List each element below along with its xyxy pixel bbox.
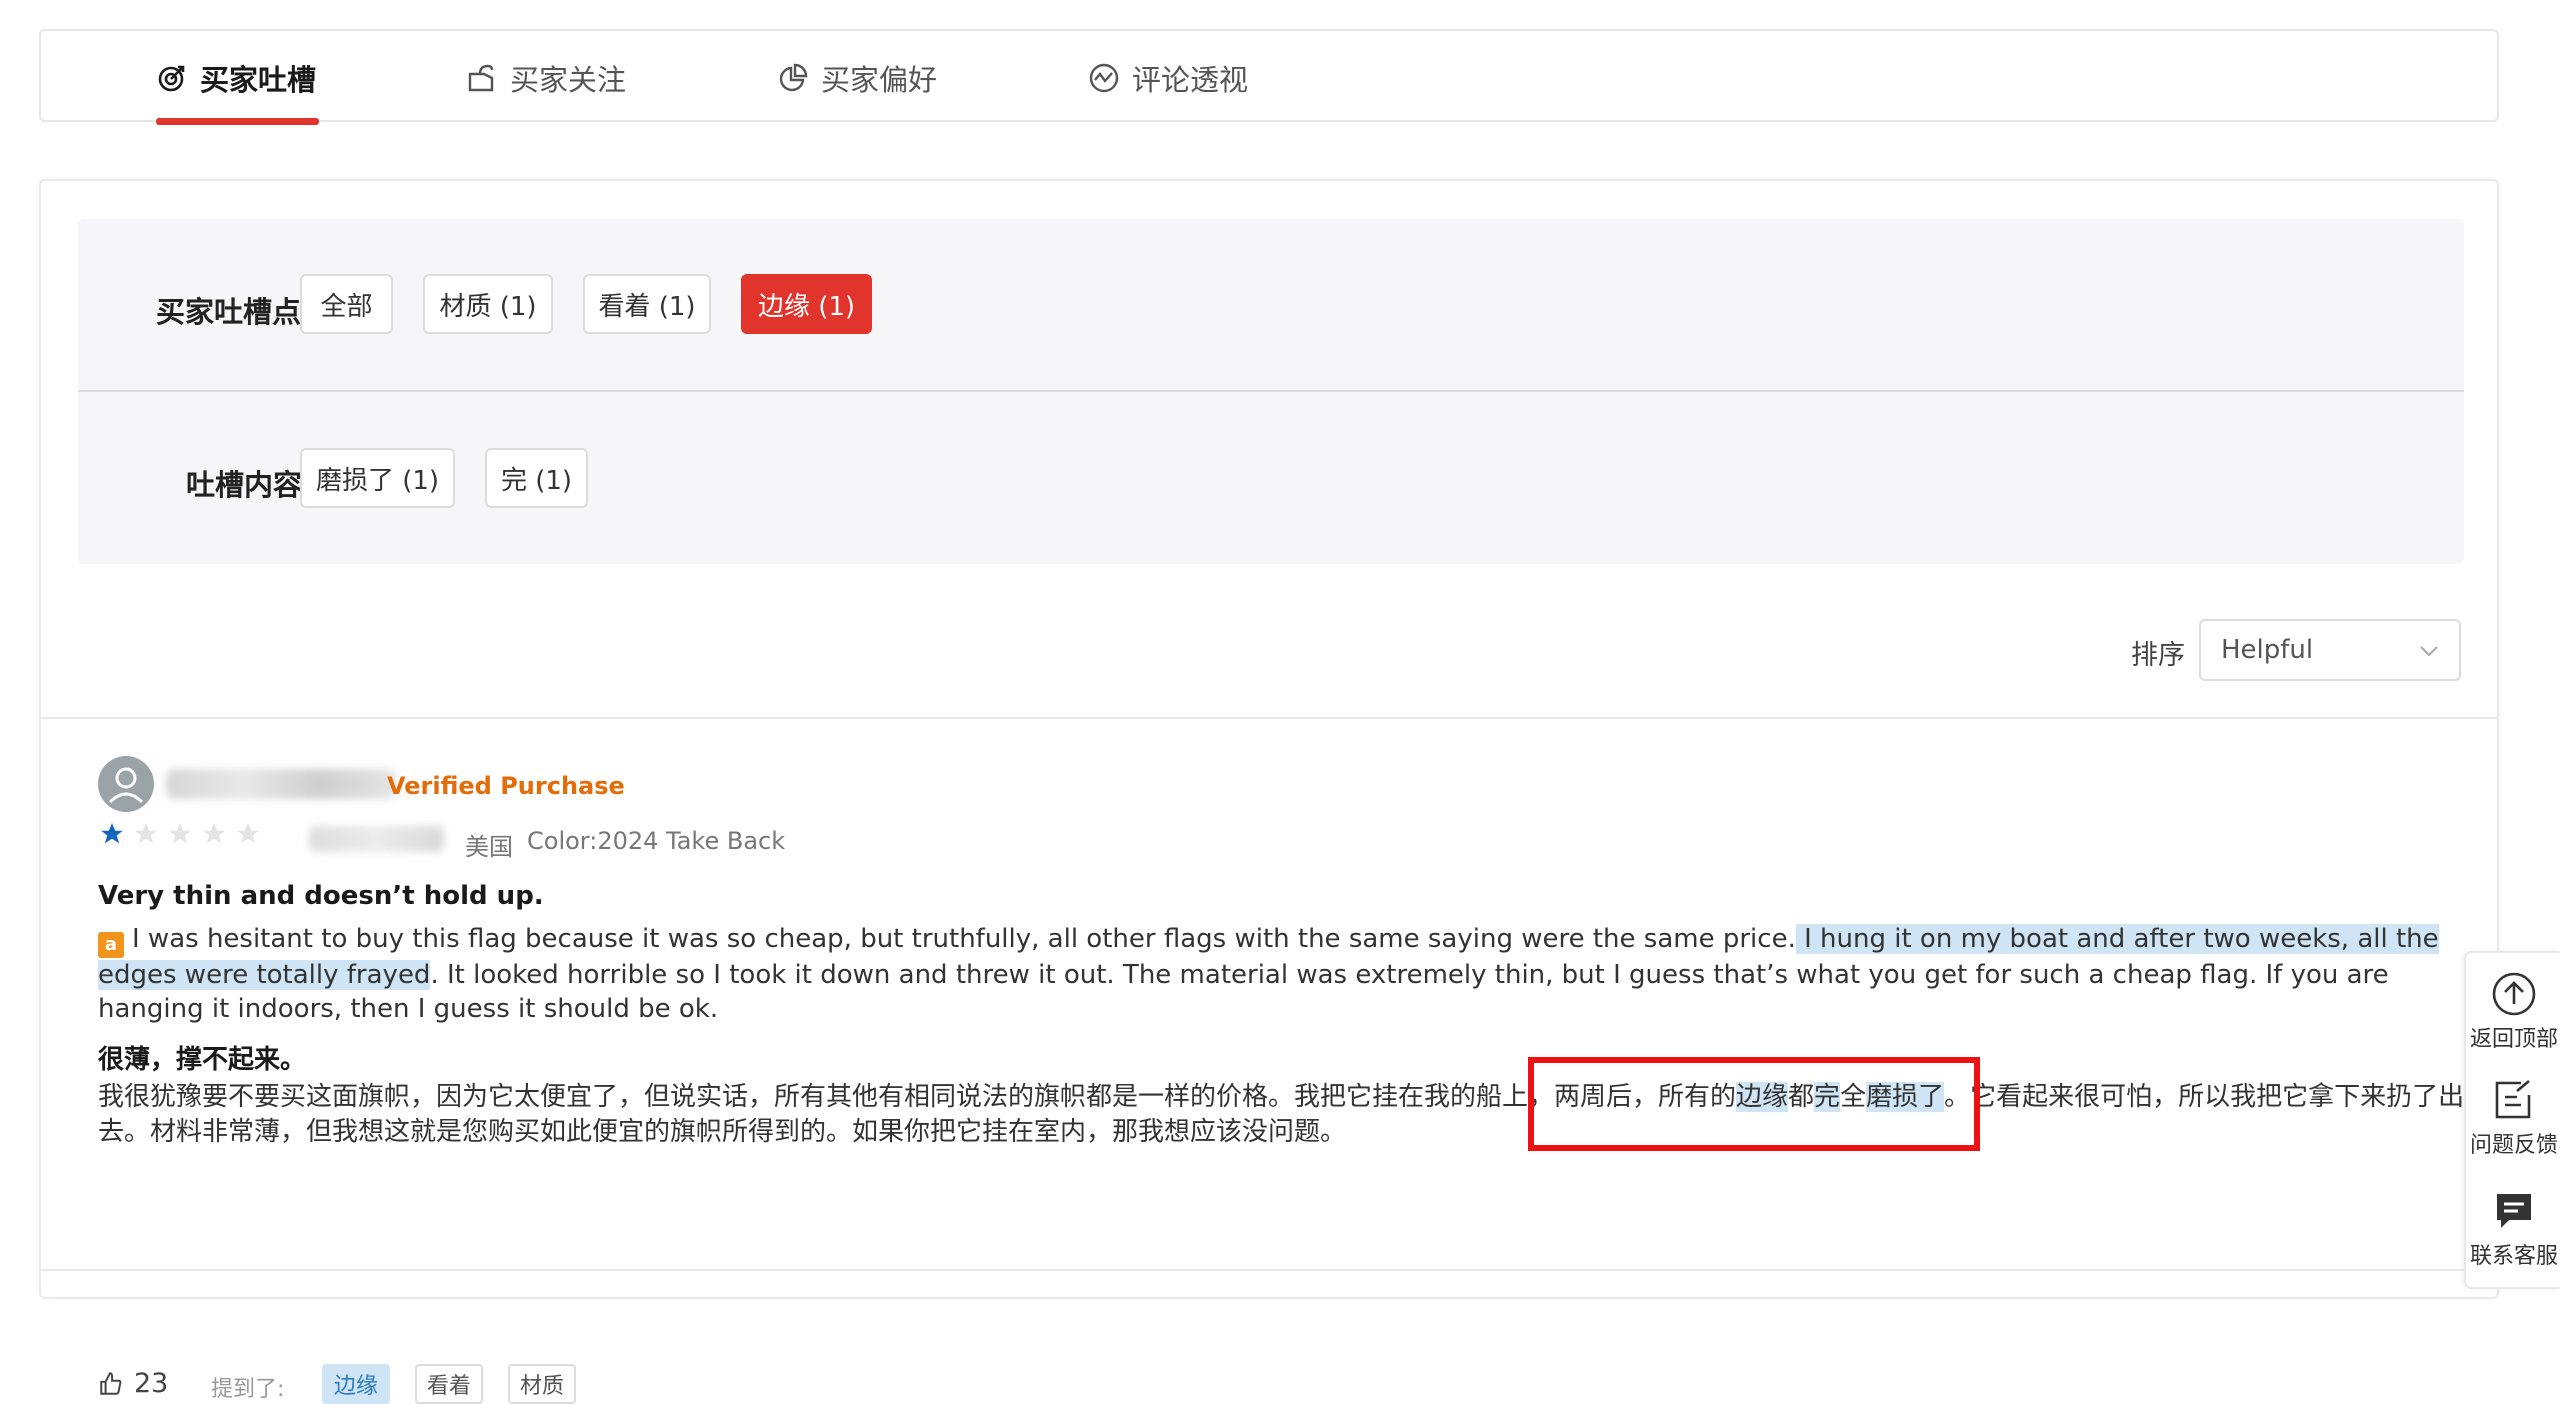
feedback-button[interactable]: 问题反馈 xyxy=(2466,1077,2560,1159)
star-filled-icon xyxy=(101,823,123,844)
amazon-icon: a xyxy=(98,932,124,958)
reviewer-name-blurred xyxy=(166,769,396,799)
tab-buyer-preference[interactable]: 买家偏好 xyxy=(777,31,937,124)
sort-label: 排序 xyxy=(2131,640,2185,671)
mentioned-tag-edge[interactable]: 边缘 xyxy=(322,1364,391,1404)
trend-circle-icon xyxy=(1088,62,1120,94)
review-country: 美国 xyxy=(465,833,513,861)
star-empty-icon xyxy=(237,823,259,844)
star-empty-icon xyxy=(169,823,191,844)
review-title: Very thin and doesn’t hold up. xyxy=(98,881,544,911)
tab-label: 买家关注 xyxy=(510,62,627,97)
tab-buyer-focus[interactable]: 买家关注 xyxy=(466,31,626,124)
review-body-translated: 我很犹豫要不要买这面旗帜，因为它太便宜了，但说实话，所有其他有相同说法的旗帜都是… xyxy=(98,1080,2468,1150)
filter-divider xyxy=(78,390,2464,392)
filter-panel: 买家吐槽点 全部 材质 (1) 看着 (1) 边缘 (1) 吐槽内容 磨损了 (… xyxy=(78,219,2464,564)
translated-highlight: 边缘 xyxy=(1736,1082,1789,1112)
active-tab-indicator xyxy=(156,118,319,125)
review-analysis-card: 买家吐槽点 全部 材质 (1) 看着 (1) 边缘 (1) 吐槽内容 磨损了 (… xyxy=(39,179,2499,1404)
translated-text: 都 xyxy=(1788,1082,1815,1112)
verified-purchase-badge: Verified Purchase xyxy=(387,772,625,800)
review-tabs: 买家吐槽 买家关注 买家偏好 评论透视 xyxy=(39,29,2499,125)
contact-support-button[interactable]: 联系客服 xyxy=(2466,1188,2560,1270)
review-title-translated: 很薄，撑不起来。 xyxy=(98,1045,307,1075)
feedback-edit-icon xyxy=(2495,1080,2531,1119)
feedback-label: 问题反馈 xyxy=(2469,1133,2558,1158)
avatar xyxy=(98,756,154,812)
pie-chart-icon xyxy=(777,62,809,94)
star-rating xyxy=(99,821,261,847)
sort-select[interactable]: Helpful xyxy=(2199,619,2461,681)
chevron-down-icon xyxy=(2417,639,2441,670)
contact-support-label: 联系客服 xyxy=(2469,1244,2558,1269)
mentioned-label: 提到了: xyxy=(211,1377,285,1402)
translated-highlight: 完 xyxy=(1814,1082,1841,1112)
target-icon xyxy=(156,62,188,94)
translated-text: 我很犹豫要不要买这面旗帜，因为它太便宜了，但说实话，所有其他有相同说法的旗帜都是… xyxy=(98,1082,1737,1112)
translated-text: 全 xyxy=(1840,1082,1867,1112)
like-button[interactable]: 23 xyxy=(98,1368,168,1399)
tab-label: 买家偏好 xyxy=(821,62,938,97)
divider xyxy=(41,717,2497,719)
review-body-text: I was hesitant to buy this flag because … xyxy=(132,924,1796,954)
arrow-up-circle-icon xyxy=(2492,972,2536,1016)
tab-label: 评论透视 xyxy=(1132,62,1249,97)
translated-highlight: 磨损了 xyxy=(1866,1082,1945,1112)
filter-chip-all[interactable]: 全部 xyxy=(300,274,393,334)
filter-chip-edge[interactable]: 边缘 (1) xyxy=(741,274,872,334)
tag-cube-icon xyxy=(466,62,498,94)
thumbs-up-icon xyxy=(100,1371,122,1395)
review-variant: Color:2024 Take Back xyxy=(527,827,786,855)
back-to-top-button[interactable]: 返回顶部 xyxy=(2466,971,2560,1053)
content-chip-worn[interactable]: 磨损了 (1) xyxy=(300,448,455,508)
mentioned-tag-material[interactable]: 材质 xyxy=(508,1364,577,1404)
review-body: a I was hesitant to buy this flag because… xyxy=(98,922,2468,1026)
filter-chip-looking[interactable]: 看着 (1) xyxy=(583,274,711,334)
tab-label: 买家吐槽 xyxy=(200,62,317,97)
floating-action-panel: 返回顶部 问题反馈 联系客服 xyxy=(2464,951,2560,1289)
review-body-text: . It looked horrible so I took it down a… xyxy=(98,960,2389,1024)
like-count: 23 xyxy=(134,1368,169,1399)
tab-review-insight[interactable]: 评论透视 xyxy=(1088,31,1248,124)
sort-value: Helpful xyxy=(2221,635,2314,665)
review-date-blurred xyxy=(309,826,444,852)
star-empty-icon xyxy=(203,823,225,844)
chat-bubble-icon xyxy=(2497,1194,2531,1228)
complaint-points-label: 买家吐槽点 xyxy=(156,295,302,329)
back-to-top-label: 返回顶部 xyxy=(2469,1027,2558,1052)
mentioned-tag-looking[interactable]: 看着 xyxy=(415,1364,484,1404)
content-chip-complete[interactable]: 完 (1) xyxy=(485,448,588,508)
complaint-content-label: 吐槽内容 xyxy=(186,468,303,502)
divider xyxy=(41,1269,2497,1271)
filter-chip-material[interactable]: 材质 (1) xyxy=(423,274,553,334)
star-empty-icon xyxy=(135,823,157,844)
tab-buyer-complaints[interactable]: 买家吐槽 xyxy=(156,31,316,124)
